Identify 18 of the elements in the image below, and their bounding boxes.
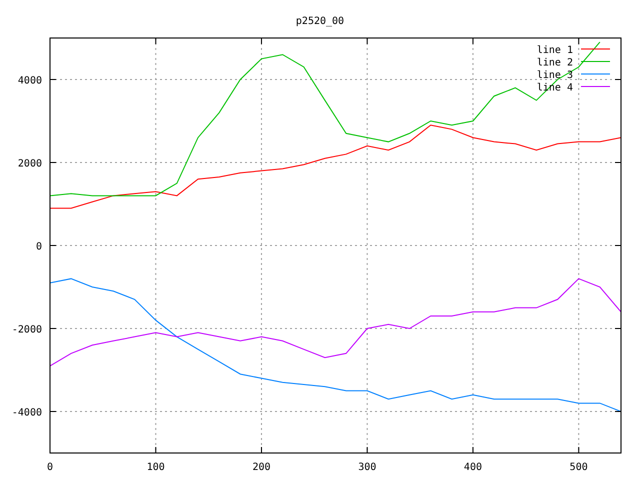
x-tick-label: 400: [464, 462, 482, 473]
legend-label: line 1: [536, 45, 573, 56]
y-tick-label: -2000: [12, 324, 42, 336]
y-tick-label: 2000: [18, 158, 42, 170]
y-tick-label: -4000: [12, 408, 42, 418]
y-tick-label: 0: [36, 242, 42, 252]
x-tick-label: 100: [146, 462, 165, 473]
legend-line-sample: [580, 86, 610, 87]
legend-label: line 2: [536, 58, 573, 68]
legend-label: line 3: [536, 70, 573, 81]
legend-line-sample: [580, 61, 610, 62]
x-tick-label: 500: [570, 462, 588, 473]
chart-title: p2520_00: [296, 16, 344, 27]
x-tick-label: 300: [358, 462, 376, 473]
legend-line-sample: [580, 48, 610, 50]
x-tick-label: 0: [46, 462, 54, 473]
y-tick-label: 4000: [18, 76, 42, 86]
x-tick-label: 200: [252, 462, 271, 473]
